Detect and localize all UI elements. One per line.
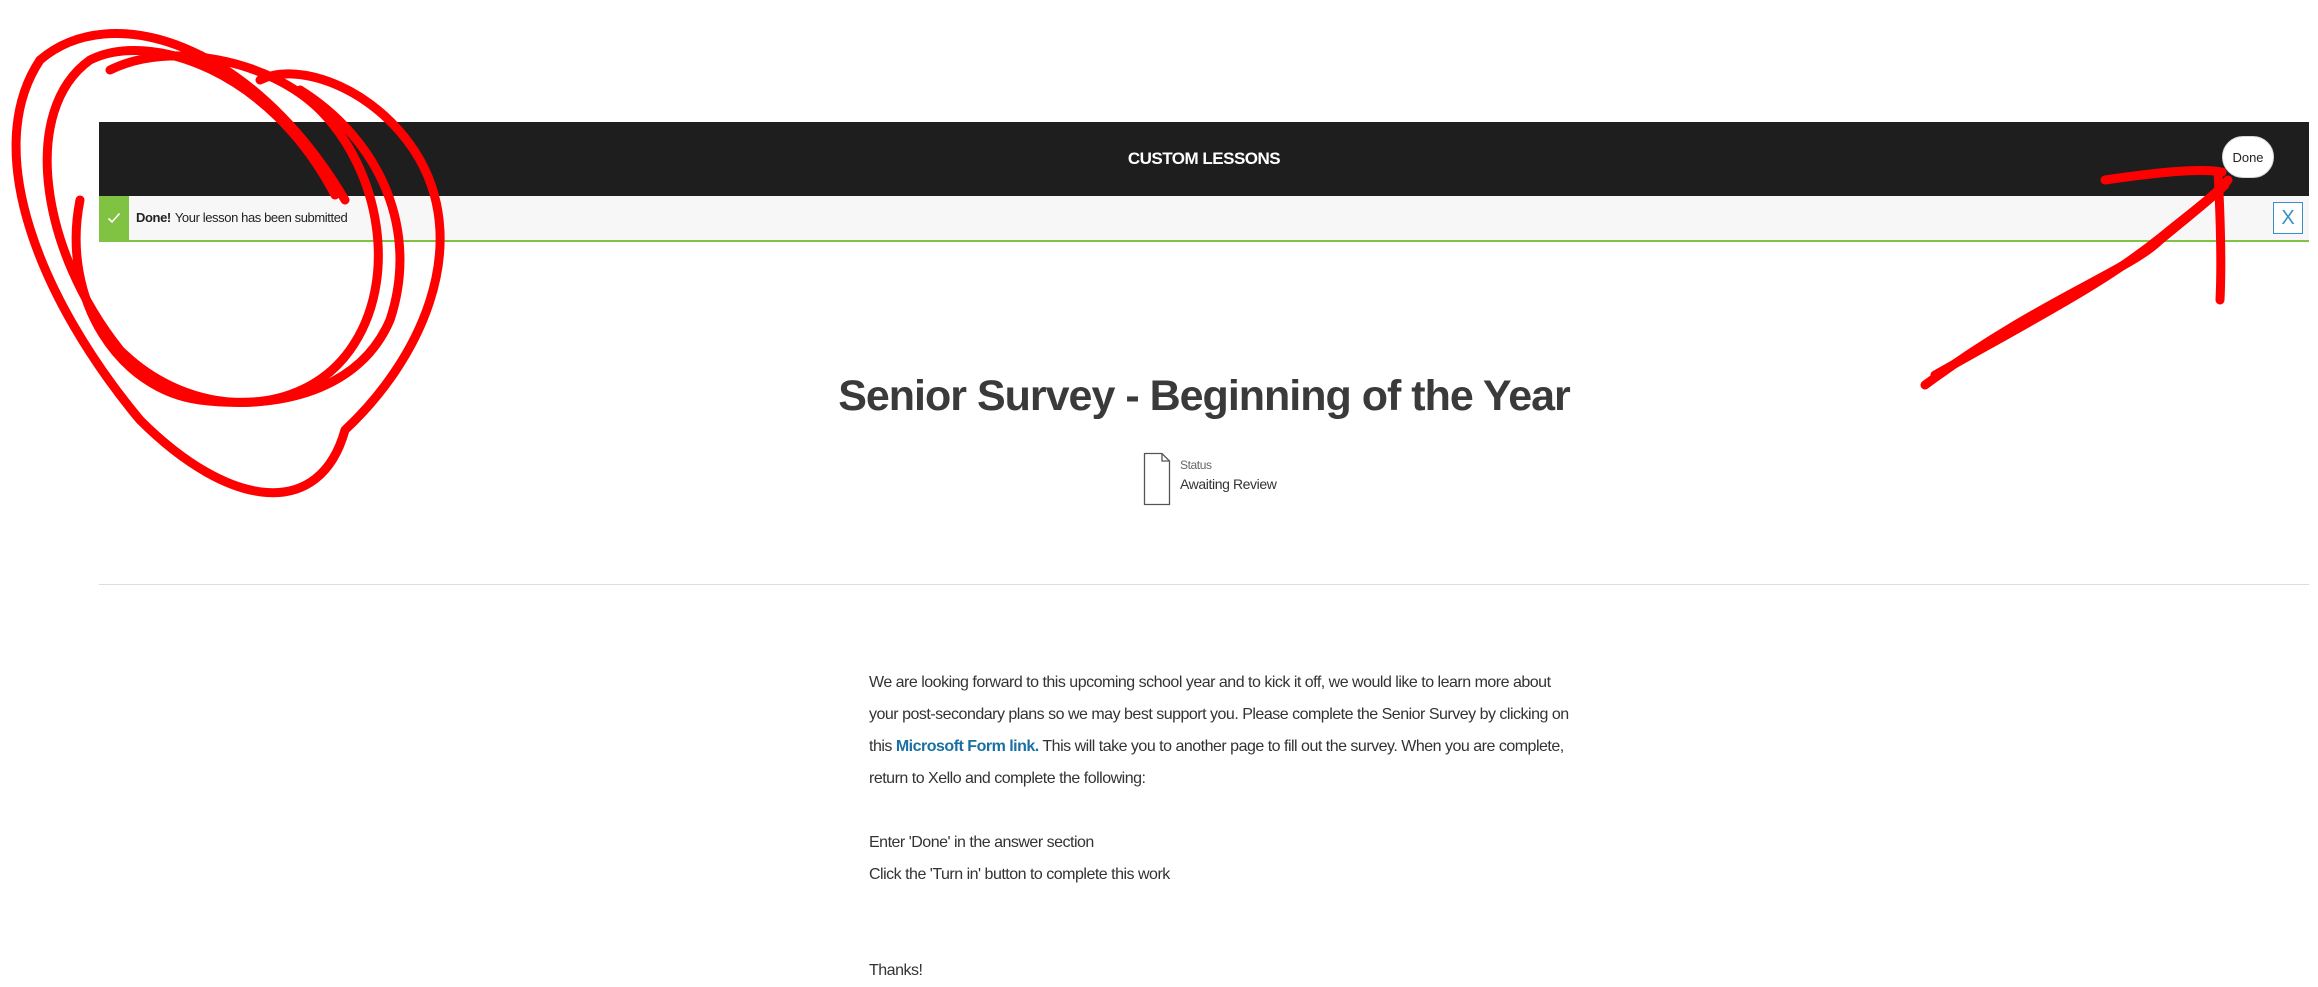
top-bar: CUSTOM LESSONS Done (99, 122, 2309, 196)
lesson-instructions: We are looking forward to this upcoming … (869, 667, 1569, 987)
instruction-step-2: Click the 'Turn in' button to complete t… (869, 866, 1170, 883)
status-label: Status (1180, 458, 1212, 472)
close-alert-button[interactable]: X (2273, 202, 2303, 234)
thanks-text: Thanks! (869, 962, 923, 979)
section-divider (99, 584, 2309, 585)
microsoft-form-link[interactable]: Microsoft Form link. (896, 738, 1039, 755)
intro-paragraph: We are looking forward to this upcoming … (869, 667, 1569, 795)
success-alert: Done! Your lesson has been submitted X (99, 196, 2309, 242)
done-button[interactable]: Done (2222, 136, 2274, 178)
lesson-title: Senior Survey - Beginning of the Year (838, 372, 1571, 420)
status-value: Awaiting Review (1180, 476, 1277, 492)
document-icon (1143, 452, 1171, 506)
custom-lessons-app: CUSTOM LESSONS Done Done! Your lesson has… (99, 122, 2309, 979)
instruction-step-1: Enter 'Done' in the answer section (869, 834, 1094, 851)
page-header-title: CUSTOM LESSONS (1127, 149, 1281, 168)
alert-message-text: Your lesson has been submitted (174, 210, 348, 225)
alert-message: Done! Your lesson has been submitted (136, 196, 348, 240)
alert-strong-text: Done! (136, 210, 171, 225)
check-icon (99, 196, 129, 240)
status-block: Status Awaiting Review (1143, 452, 1343, 512)
